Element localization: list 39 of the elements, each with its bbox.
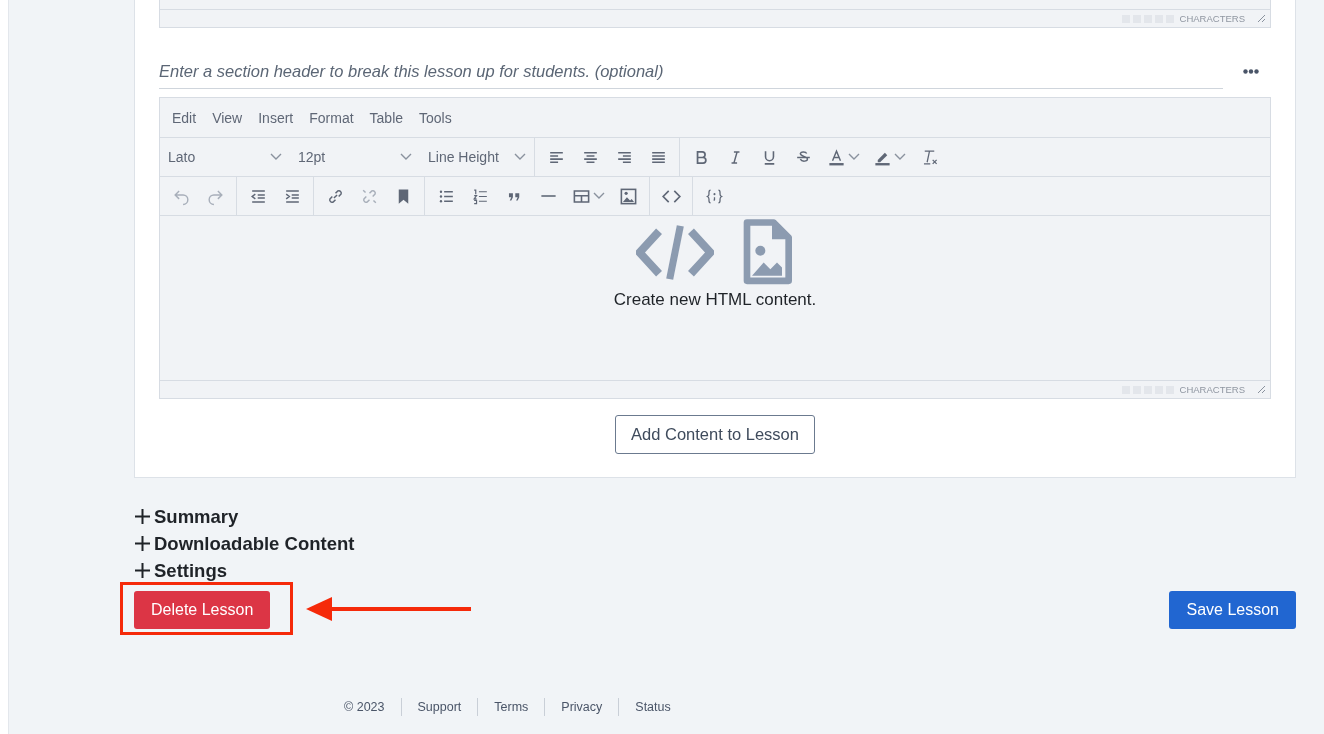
font-family-select[interactable]: Lato [160,138,290,176]
character-count-label: CHARACTERS [1179,13,1245,24]
section-toggle[interactable]: Settings [134,557,227,584]
resize-handle-icon[interactable] [1257,14,1266,23]
section-toggle[interactable]: Summary [134,503,239,530]
menu-item[interactable]: Table [361,109,412,126]
horizontal-line-icon [538,194,558,198]
footer-link[interactable]: Privacy [544,698,619,716]
menu-item[interactable]: Insert [250,109,302,126]
chevron-down-icon [847,153,860,161]
more-options-icon[interactable] [1243,69,1259,74]
character-count-label: CHARACTERS [1179,384,1245,395]
footer-link[interactable]: Status [618,698,687,716]
add-content-button[interactable]: Add Content to Lesson [615,415,815,454]
font-size-select[interactable]: 12pt [290,138,420,176]
chevron-down-icon [400,153,412,161]
copyright-text: © 2023 [343,699,386,716]
text-color-icon [826,147,846,167]
footer-link[interactable]: Support [400,698,478,716]
menu-item[interactable]: Tools [411,109,460,126]
code-icon [636,224,714,281]
chevron-down-icon [893,153,906,161]
image-file-icon [742,219,792,286]
save-lesson-button[interactable]: Save Lesson [1169,591,1296,629]
empty-editor-message: Create new HTML content. [613,290,817,311]
source-code-icon [661,189,681,203]
section-header-field[interactable]: Enter a section header to break this lesson up for students. (optional) [159,54,1223,89]
resize-handle-icon[interactable] [1257,385,1266,394]
delete-lesson-button[interactable]: Delete Lesson [134,591,271,629]
menu-item[interactable]: Format [301,109,362,126]
chevron-down-icon [592,192,605,200]
menu-item[interactable]: Edit [164,109,205,126]
chevron-down-icon [270,153,282,161]
chevron-down-icon [514,153,526,161]
line-height-select[interactable]: Line Height [420,138,534,176]
image-icon [618,186,638,206]
section-toggle[interactable]: Downloadable Content [134,530,355,557]
footer-link[interactable]: Terms [477,698,545,716]
menu-item[interactable]: View [204,109,251,126]
